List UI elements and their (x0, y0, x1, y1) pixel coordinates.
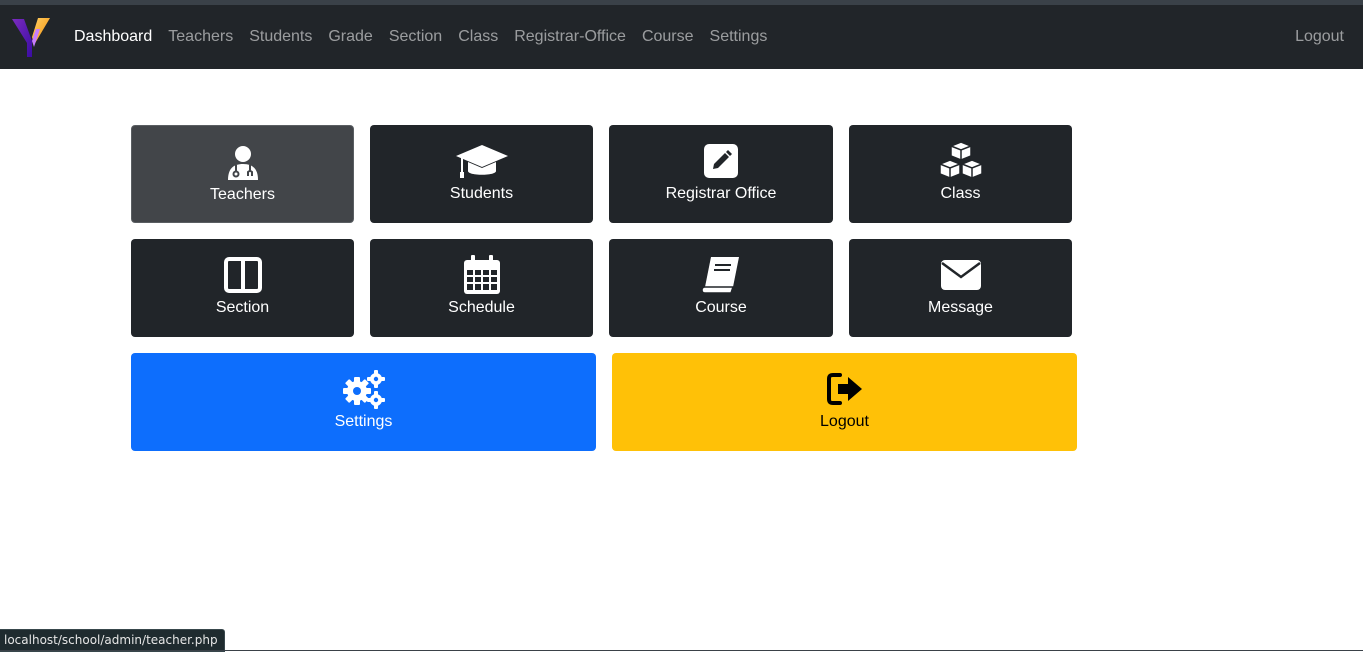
registrar-office-tile[interactable]: Registrar Office (609, 125, 833, 223)
nav-links: Dashboard Teachers Students Grade Sectio… (74, 5, 783, 69)
class-label: Class (940, 185, 981, 202)
section-label: Section (215, 299, 270, 316)
class-tile[interactable]: Class (849, 125, 1072, 223)
schedule-tile[interactable]: Schedule (370, 239, 593, 337)
nav-registrar-office[interactable]: Registrar-Office (514, 28, 626, 46)
envelope-icon (940, 257, 982, 293)
nav-dashboard[interactable]: Dashboard (74, 28, 152, 46)
registrar-office-label: Registrar Office (665, 185, 777, 202)
user-doctor-icon (226, 144, 260, 180)
message-tile[interactable]: Message (849, 239, 1072, 337)
top-navbar: Dashboard Teachers Students Grade Sectio… (0, 5, 1363, 69)
nav-class[interactable]: Class (458, 28, 498, 46)
sign-out-icon (826, 371, 864, 407)
nav-teachers[interactable]: Teachers (168, 28, 233, 46)
logout-label: Logout (820, 413, 869, 430)
graduation-cap-icon (455, 143, 508, 179)
y-logo-icon[interactable] (10, 15, 52, 59)
calendar-icon (463, 255, 501, 294)
settings-label: Settings (334, 413, 393, 430)
students-label: Students (449, 185, 514, 202)
course-tile[interactable]: Course (609, 239, 833, 337)
browser-status-url: localhost/school/admin/teacher.php (0, 629, 225, 652)
cubes-icon (936, 141, 986, 179)
section-tile[interactable]: Section (131, 239, 354, 337)
students-tile[interactable]: Students (370, 125, 593, 223)
cogs-icon (341, 370, 387, 409)
logout-tile[interactable]: Logout (612, 353, 1077, 451)
settings-tile[interactable]: Settings (131, 353, 596, 451)
nav-students[interactable]: Students (249, 28, 312, 46)
nav-logout[interactable]: Logout (1295, 28, 1344, 46)
pen-square-icon (703, 143, 739, 179)
nav-grade[interactable]: Grade (328, 28, 372, 46)
nav-section[interactable]: Section (389, 28, 442, 46)
message-label: Message (928, 299, 993, 316)
nav-settings[interactable]: Settings (710, 28, 768, 46)
columns-icon (223, 257, 262, 293)
nav-course[interactable]: Course (642, 28, 694, 46)
teachers-tile[interactable]: Teachers (131, 125, 354, 223)
course-label: Course (695, 299, 747, 316)
teachers-label: Teachers (210, 186, 275, 203)
schedule-label: Schedule (448, 299, 515, 316)
book-icon (701, 257, 741, 294)
